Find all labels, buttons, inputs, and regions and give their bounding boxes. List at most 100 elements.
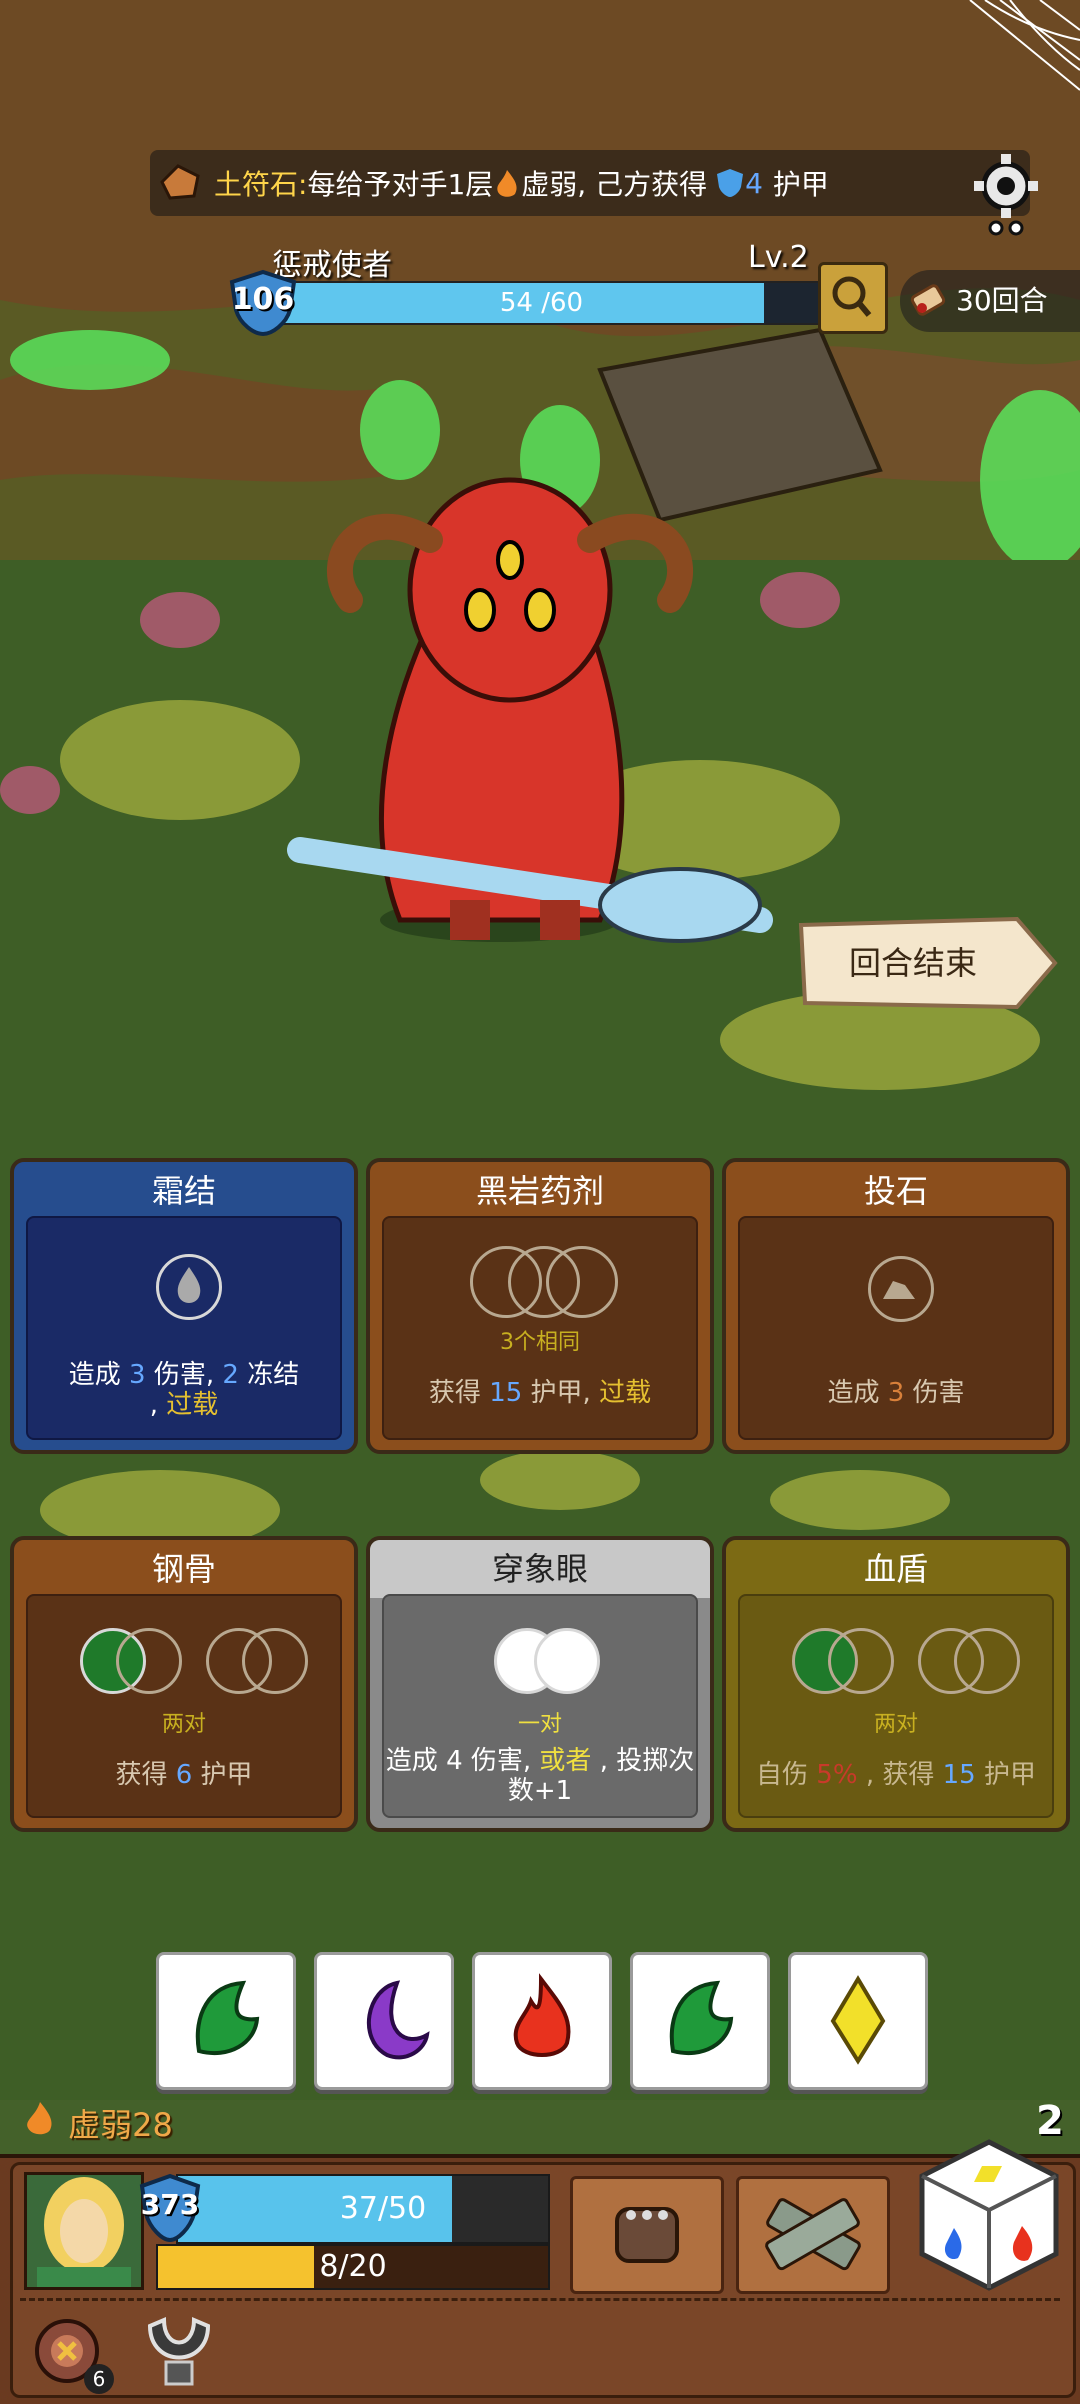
player-energy-bar: 8/20	[156, 2244, 550, 2290]
player-energy-text: 8/20	[319, 2249, 387, 2284]
water-damage-value: 3	[129, 1360, 146, 1390]
end-turn-button[interactable]: 回合结束	[797, 915, 1029, 1011]
desc-part: 伤害	[912, 1378, 965, 1408]
die-leaf[interactable]	[156, 1952, 296, 2090]
card-title: 霜结	[151, 1172, 216, 1210]
card-body: 造成 3 伤害	[738, 1216, 1054, 1440]
gauntlet-icon	[615, 2207, 679, 2263]
card-title: 投石	[863, 1172, 928, 1210]
armor-value: 15	[942, 1760, 976, 1790]
card-body: 两对 自伤 5% , 获得 15 护甲	[738, 1594, 1054, 1818]
desc-part: 冻结	[247, 1360, 300, 1390]
rune-text-mid: , 己方获得	[577, 168, 708, 201]
collar-relic-icon[interactable]	[140, 2310, 218, 2392]
card-requirement: 3个相同	[500, 1330, 580, 1355]
player-armor-value: 373	[140, 2188, 200, 2221]
red-fire-icon	[513, 1973, 571, 2057]
card-requirement: 两对	[161, 1712, 206, 1737]
die-moon[interactable]	[314, 1952, 454, 2090]
desc-part: 护甲	[983, 1760, 1036, 1790]
desc-part: 伤害,	[470, 1746, 532, 1776]
relic-count: 6	[84, 2364, 114, 2394]
scroll-icon	[910, 284, 946, 316]
desc-part: 自伤	[756, 1760, 809, 1790]
player-hp-bar: 37/50	[176, 2174, 550, 2244]
card-description: 获得 6 护甲	[28, 1760, 340, 1790]
armor-shield-icon	[717, 169, 744, 197]
water-drop-icon	[177, 1267, 201, 1303]
armor-value: 6	[175, 1760, 193, 1790]
card-steel-bone[interactable]: 钢骨 两对 获得 6 护甲	[10, 1536, 358, 1832]
enemy-armor-value: 106	[231, 282, 295, 317]
dice-slot-filled[interactable]	[534, 1628, 600, 1694]
overload-keyword: 过载	[599, 1378, 652, 1408]
card-title: 黑岩药剂	[475, 1172, 604, 1210]
player-hp-text: 37/50	[339, 2191, 427, 2226]
rune-effect-banner: 土符石: 每给予对手1层 虚弱 , 己方获得 4 护甲	[150, 150, 1030, 216]
card-description: 自伤 5% , 获得 15 护甲	[740, 1760, 1052, 1790]
card-title: 血盾	[863, 1550, 928, 1588]
bandage-item-slot[interactable]	[736, 2176, 890, 2294]
freeze-value: 2	[222, 1360, 239, 1390]
card-piercing-eye[interactable]: 穿象眼 一对 造成 4 伤害, 或者 , 投掷次数+1	[366, 1536, 714, 1832]
rune-text-before: 每给予对手1层	[307, 168, 494, 201]
weak-label: 虚弱28	[68, 2106, 173, 2144]
dice-slot[interactable]	[546, 1246, 618, 1318]
green-leaf-icon	[669, 1980, 734, 2056]
desc-part: 获得	[115, 1760, 168, 1790]
card-blood-shield[interactable]: 血盾 两对 自伤 5% , 获得 15 护甲	[722, 1536, 1070, 1832]
earth-rune-icon	[160, 164, 200, 200]
card-description: 造成 3 伤害, 2 冻结 , 过载	[28, 1360, 340, 1420]
panel-divider	[20, 2298, 1060, 2301]
dice-slot[interactable]	[242, 1628, 308, 1694]
card-description: 造成 4 伤害, 或者 , 投掷次数+1	[384, 1746, 696, 1806]
settings-gear-icon[interactable]	[966, 148, 1046, 238]
magnifier-book-icon	[832, 276, 872, 317]
desc-part: 造成	[385, 1746, 438, 1776]
reroll-dice-button[interactable]	[914, 2136, 1064, 2294]
player-avatar[interactable]	[24, 2172, 144, 2290]
or-keyword: 或者	[539, 1746, 592, 1776]
card-blackrock-potion[interactable]: 黑岩药剂 3个相同 获得 15 护甲, 过载	[366, 1158, 714, 1454]
card-title: 钢骨	[151, 1550, 216, 1588]
desc-part: 造成	[827, 1378, 880, 1408]
sword-damage-value: 4	[446, 1746, 463, 1776]
self-damage-value: 5%	[816, 1760, 858, 1790]
desc-part: 造成	[68, 1360, 121, 1390]
desc-part: 护甲	[200, 1760, 253, 1790]
purple-moon-icon	[367, 1980, 430, 2060]
dice-slot[interactable]	[828, 1628, 894, 1694]
rune-weak-label: 虚弱	[521, 168, 578, 201]
enemy-info-book-button[interactable]	[818, 262, 888, 334]
card-body: 造成 3 伤害, 2 冻结 , 过载	[26, 1216, 342, 1440]
enemy-hp-bar: 54 /60	[262, 281, 821, 325]
desc-part: 获得	[428, 1378, 481, 1408]
bandage-icon	[765, 2198, 861, 2271]
desc-part: 护甲,	[530, 1378, 591, 1408]
weak-flame-icon	[497, 170, 517, 197]
card-description: 获得 15 护甲, 过载	[384, 1378, 696, 1408]
card-title: 穿象眼	[370, 1540, 710, 1598]
card-description: 造成 3 伤害	[740, 1378, 1052, 1408]
rune-name: 土符石:	[214, 168, 308, 201]
card-frost[interactable]: 霜结 造成 3 伤害, 2 冻结 , 过载	[10, 1158, 358, 1454]
rock-damage-value: 3	[887, 1378, 905, 1408]
yellow-diamond-icon	[830, 1975, 886, 2065]
dice-slot[interactable]	[868, 1256, 934, 1322]
die-fire[interactable]	[472, 1952, 612, 2090]
enemy-level: Lv.2	[748, 240, 809, 275]
desc-part: , 投掷次数+1	[507, 1746, 695, 1806]
weak-flame-icon	[27, 2102, 52, 2135]
dice-slot[interactable]	[156, 1254, 222, 1320]
gauntlet-item-slot[interactable]	[570, 2176, 724, 2294]
card-stone-throw[interactable]: 投石 造成 3 伤害	[722, 1158, 1070, 1454]
card-body: 3个相同 获得 15 护甲, 过载	[382, 1216, 698, 1440]
die-leaf[interactable]	[630, 1952, 770, 2090]
card-body: 一对 造成 4 伤害, 或者 , 投掷次数+1	[382, 1594, 698, 1818]
rune-text-after: 护甲	[772, 168, 829, 201]
die-diamond[interactable]	[788, 1952, 928, 2090]
dice-slot[interactable]	[954, 1628, 1020, 1694]
dice-slot[interactable]	[116, 1628, 182, 1694]
desc-part: ,	[149, 1390, 158, 1420]
desc-part: 伤害,	[153, 1360, 215, 1390]
